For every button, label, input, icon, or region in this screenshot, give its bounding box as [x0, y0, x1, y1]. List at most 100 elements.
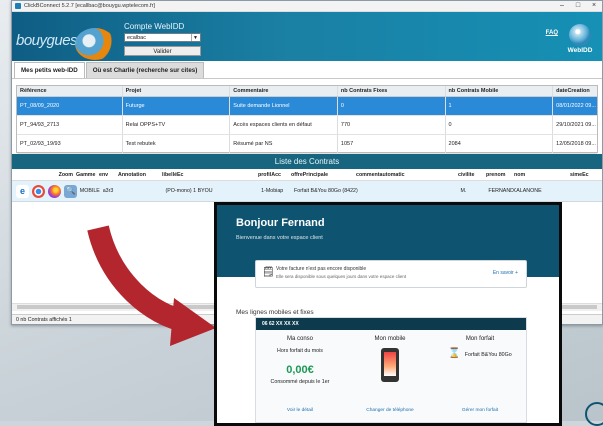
conso-amount: 0,00€ [286, 364, 314, 376]
column-header[interactable]: nom [514, 171, 570, 180]
faq-link[interactable]: FAQ [546, 30, 558, 36]
column-header[interactable]: commentautomatic [356, 171, 458, 180]
mobile-link[interactable]: Changer de téléphone [350, 408, 430, 413]
cell-mobile: 2084 [446, 135, 554, 153]
forfait-column: Mon forfait ⌛ Forfait B&You 80Go Gérer mo… [440, 336, 520, 413]
close-button[interactable]: × [586, 1, 602, 11]
column-header[interactable]: Projet [123, 86, 231, 96]
zoom-icon[interactable]: 🔍 [64, 184, 77, 198]
line-number[interactable]: 06 62 XX XX XX [256, 318, 526, 330]
table-row[interactable]: PT_08/09_2020 Futurge Suite demande Lion… [17, 97, 597, 116]
conso-note: Consommé depuis le 1er [270, 379, 330, 385]
column-header[interactable]: civilite [458, 171, 486, 180]
line-panel: 06 62 XX XX XX Ma conso Hors forfait du … [255, 317, 527, 423]
column-header[interactable]: simeEc [570, 171, 600, 180]
cell-reference: PT_94/93_2713 [17, 116, 123, 134]
phone-icon [381, 348, 399, 382]
cell-fixes: 770 [338, 116, 446, 134]
cell-sime [572, 181, 602, 201]
column-header[interactable]: offrePrincipale [291, 171, 356, 180]
column-header[interactable]: nb Contrats Mobile [446, 86, 554, 96]
alert-title: Votre facture n'est pas encore disponibl… [276, 266, 367, 272]
welcome-text: Bienvenue dans votre espace client [236, 235, 323, 241]
column-header[interactable]: Gamme [76, 171, 99, 180]
forfait-name: Forfait B&You 80Go [464, 352, 512, 358]
cell-nom: ALANONE [516, 188, 542, 194]
tab-mes-petits-web-idd[interactable]: Mes petits web-IDD [14, 62, 85, 78]
compte-value: ecalbac [127, 35, 146, 41]
conso-column: Ma conso Hors forfait du mois 0,00€ Cons… [260, 336, 340, 413]
title-bar: ClickBConnect 5.2.7 [ecallbac@bouygu.wpt… [12, 1, 602, 12]
decorative-circle [585, 402, 603, 426]
cell-projet: Test rebutek [123, 135, 231, 153]
column-header[interactable]: prenom [486, 171, 514, 180]
accounts-table: Référence Projet Commentaire nb Contrats… [16, 85, 598, 154]
chevron-down-icon[interactable]: ▼ [191, 34, 199, 41]
conso-detail-link[interactable]: Voir le détail [260, 408, 340, 413]
valider-button[interactable]: Valider [124, 46, 201, 56]
cell-date: 12/05/2018 09... [556, 141, 596, 147]
cell-projet: Futurge [123, 97, 231, 115]
column-header[interactable]: dateCreation [553, 86, 597, 96]
cell-profil: 1-Mobiap [261, 188, 284, 194]
column-header[interactable]: nb Contrats Fixes [338, 86, 446, 96]
cell-reference: PT_02/93_19/93 [17, 135, 123, 153]
cell-commentaire: Résumé par NS [230, 135, 338, 153]
conso-subtitle: Hors forfait du mois [277, 348, 323, 354]
forfait-heading: Mon forfait [465, 336, 495, 342]
cell-reference: PT_08/09_2020 [17, 97, 123, 115]
alert-link[interactable]: En savoir + [493, 270, 518, 276]
row-actions: e 🔍 [12, 181, 80, 201]
column-header[interactable]: env [99, 171, 118, 180]
column-header[interactable]: Zoom [12, 171, 76, 180]
table-row[interactable]: PT_94/93_2713 Relai OPPS+TV Accès espace… [17, 116, 597, 135]
cell-projet: Relai OPPS+TV [123, 116, 231, 134]
webidd-logo: WebIDD [566, 24, 594, 54]
cell-env: a3r3 [102, 188, 114, 194]
forfait-link[interactable]: Gérer mon forfait [440, 408, 520, 413]
tab-ou-est-charlie[interactable]: Où est Charlie (recherche sur cites) [85, 62, 205, 78]
firefox-icon[interactable] [48, 184, 61, 198]
column-header[interactable]: Commentaire [230, 86, 338, 96]
cell-date: 08/01/2022 09... [556, 103, 596, 109]
compte-label: Compte WebIDD [124, 22, 185, 31]
column-header[interactable]: Référence [17, 86, 123, 96]
column-header[interactable]: profilAcc [258, 171, 291, 180]
cell-fixes: 1057 [338, 135, 446, 153]
cell-gamme: MOBILE [79, 188, 100, 194]
webidd-globe-icon [569, 24, 591, 46]
table-row[interactable]: e 🔍 MOBILE a3r3 (PO-mono) 1 BYOU 1-Mobia… [12, 181, 602, 202]
cell-annotation [122, 181, 166, 201]
brand-logo: bouygues [16, 32, 78, 49]
conso-heading: Ma conso [286, 336, 313, 342]
red-arrow-icon [87, 225, 216, 346]
cell-commentaire: Accès espaces clients en défaut [230, 116, 338, 134]
mobile-column: Mon mobile Changer de téléphone [350, 336, 430, 413]
webidd-label: WebIDD [567, 47, 593, 54]
minimize-button[interactable]: – [554, 1, 570, 11]
tab-bar: Mes petits web-IDD Où est Charlie (reche… [12, 61, 602, 79]
chrome-icon[interactable] [32, 184, 45, 198]
table-header: Référence Projet Commentaire nb Contrats… [17, 86, 597, 97]
alert-text: Elle sera disponible sous quelques jours… [276, 274, 407, 279]
app-icon [15, 3, 21, 9]
column-header[interactable]: Annotation [118, 171, 162, 180]
table-row[interactable]: PT_02/93_19/93 Test rebutek Résumé par N… [17, 135, 597, 154]
cell-fixes: 0 [338, 97, 446, 115]
compte-select[interactable]: ecalbac ▼ [124, 33, 201, 42]
cell-commentaire [359, 181, 461, 201]
column-header[interactable]: libelléEc [162, 171, 258, 180]
invoice-alert: 🗒 Votre facture n'est pas encore disponi… [255, 260, 527, 288]
cell-mobile: 1 [446, 97, 554, 115]
header-banner: bouygues Compte WebIDD ecalbac ▼ Valider… [12, 12, 602, 61]
maximize-button[interactable]: □ [570, 1, 586, 11]
cell-commentaire: Suite demande Lionnel [230, 97, 338, 115]
greeting: Bonjour Fernand [236, 217, 325, 229]
lines-title: Mes lignes mobiles et fixes [236, 309, 314, 316]
invoice-icon: 🗒 [262, 267, 275, 278]
contracts-title: Liste des Contrats [12, 154, 602, 169]
ie-icon[interactable]: e [16, 184, 29, 198]
window-title: ClickBConnect 5.2.7 [ecallbac@bouygu.wpt… [24, 3, 155, 9]
mobile-heading: Mon mobile [374, 336, 406, 342]
hourglass-icon: ⌛ [448, 348, 461, 359]
